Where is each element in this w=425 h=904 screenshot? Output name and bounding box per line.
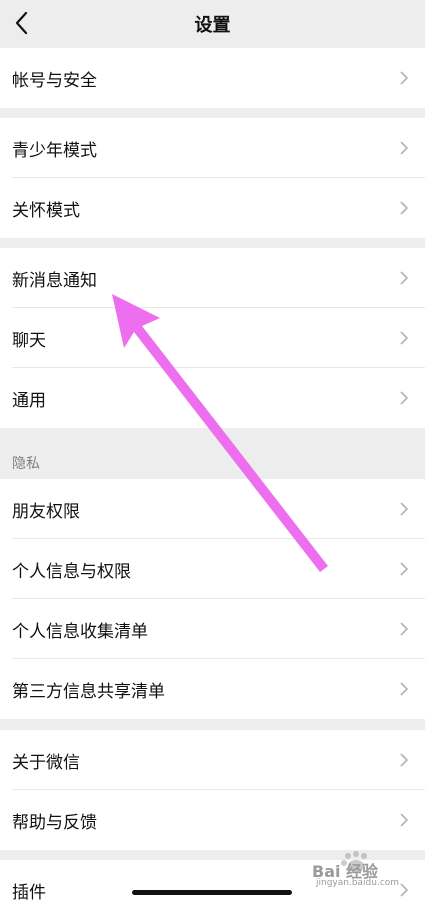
item-label: 插件 [12,883,46,903]
settings-item-account-security[interactable]: 帐号与安全 [0,48,425,108]
settings-item-general[interactable]: 通用 [0,368,425,428]
settings-item-help-feedback[interactable]: 帮助与反馈 [0,790,425,850]
settings-item-care-mode[interactable]: 关怀模式 [0,178,425,238]
item-label: 聊天 [12,331,46,351]
settings-item-personal-info-list[interactable]: 个人信息收集清单 [0,599,425,659]
chevron-right-icon [400,201,409,215]
settings-item-chat[interactable]: 聊天 [0,308,425,368]
privacy-group: 朋友权限 个人信息与权限 个人信息收集清单 第三方信息共享清单 [0,479,425,719]
chevron-right-icon [400,682,409,696]
privacy-section-title: 隐私 [12,456,40,472]
settings-item-notifications[interactable]: 新消息通知 [0,248,425,308]
page-title: 设置 [194,15,231,36]
item-label: 个人信息与权限 [12,562,131,582]
item-label: 青少年模式 [12,141,97,161]
general-group: 新消息通知 聊天 通用 [0,248,425,428]
chevron-right-icon [400,502,409,516]
item-label: 帮助与反馈 [12,813,97,833]
home-indicator [132,890,292,895]
item-label: 通用 [12,391,46,411]
account-group: 帐号与安全 [0,48,425,108]
settings-item-friend-permissions[interactable]: 朋友权限 [0,479,425,539]
item-label: 关怀模式 [12,201,80,221]
item-label: 第三方信息共享清单 [12,682,165,702]
item-label: 个人信息收集清单 [12,622,148,642]
watermark-subtext: jingyan.baidu.com [316,878,400,888]
chevron-right-icon [400,331,409,345]
item-label: 朋友权限 [12,502,80,522]
chevron-right-icon [400,753,409,767]
item-label: 帐号与安全 [12,71,97,91]
about-group: 关于微信 帮助与反馈 [0,730,425,850]
chevron-right-icon [400,271,409,285]
settings-item-personal-info-permissions[interactable]: 个人信息与权限 [0,539,425,599]
settings-item-teen-mode[interactable]: 青少年模式 [0,118,425,178]
chevron-right-icon [400,562,409,576]
mode-group: 青少年模式 关怀模式 [0,118,425,238]
chevron-right-icon [400,141,409,155]
navigation-bar: 设置 [0,0,425,46]
item-label: 新消息通知 [12,271,97,291]
item-label: 关于微信 [12,753,80,773]
settings-item-about-wechat[interactable]: 关于微信 [0,730,425,790]
chevron-right-icon [400,813,409,827]
chevron-right-icon [400,622,409,636]
settings-item-third-party-sharing-list[interactable]: 第三方信息共享清单 [0,659,425,719]
chevron-right-icon [400,71,409,85]
chevron-right-icon [400,391,409,405]
